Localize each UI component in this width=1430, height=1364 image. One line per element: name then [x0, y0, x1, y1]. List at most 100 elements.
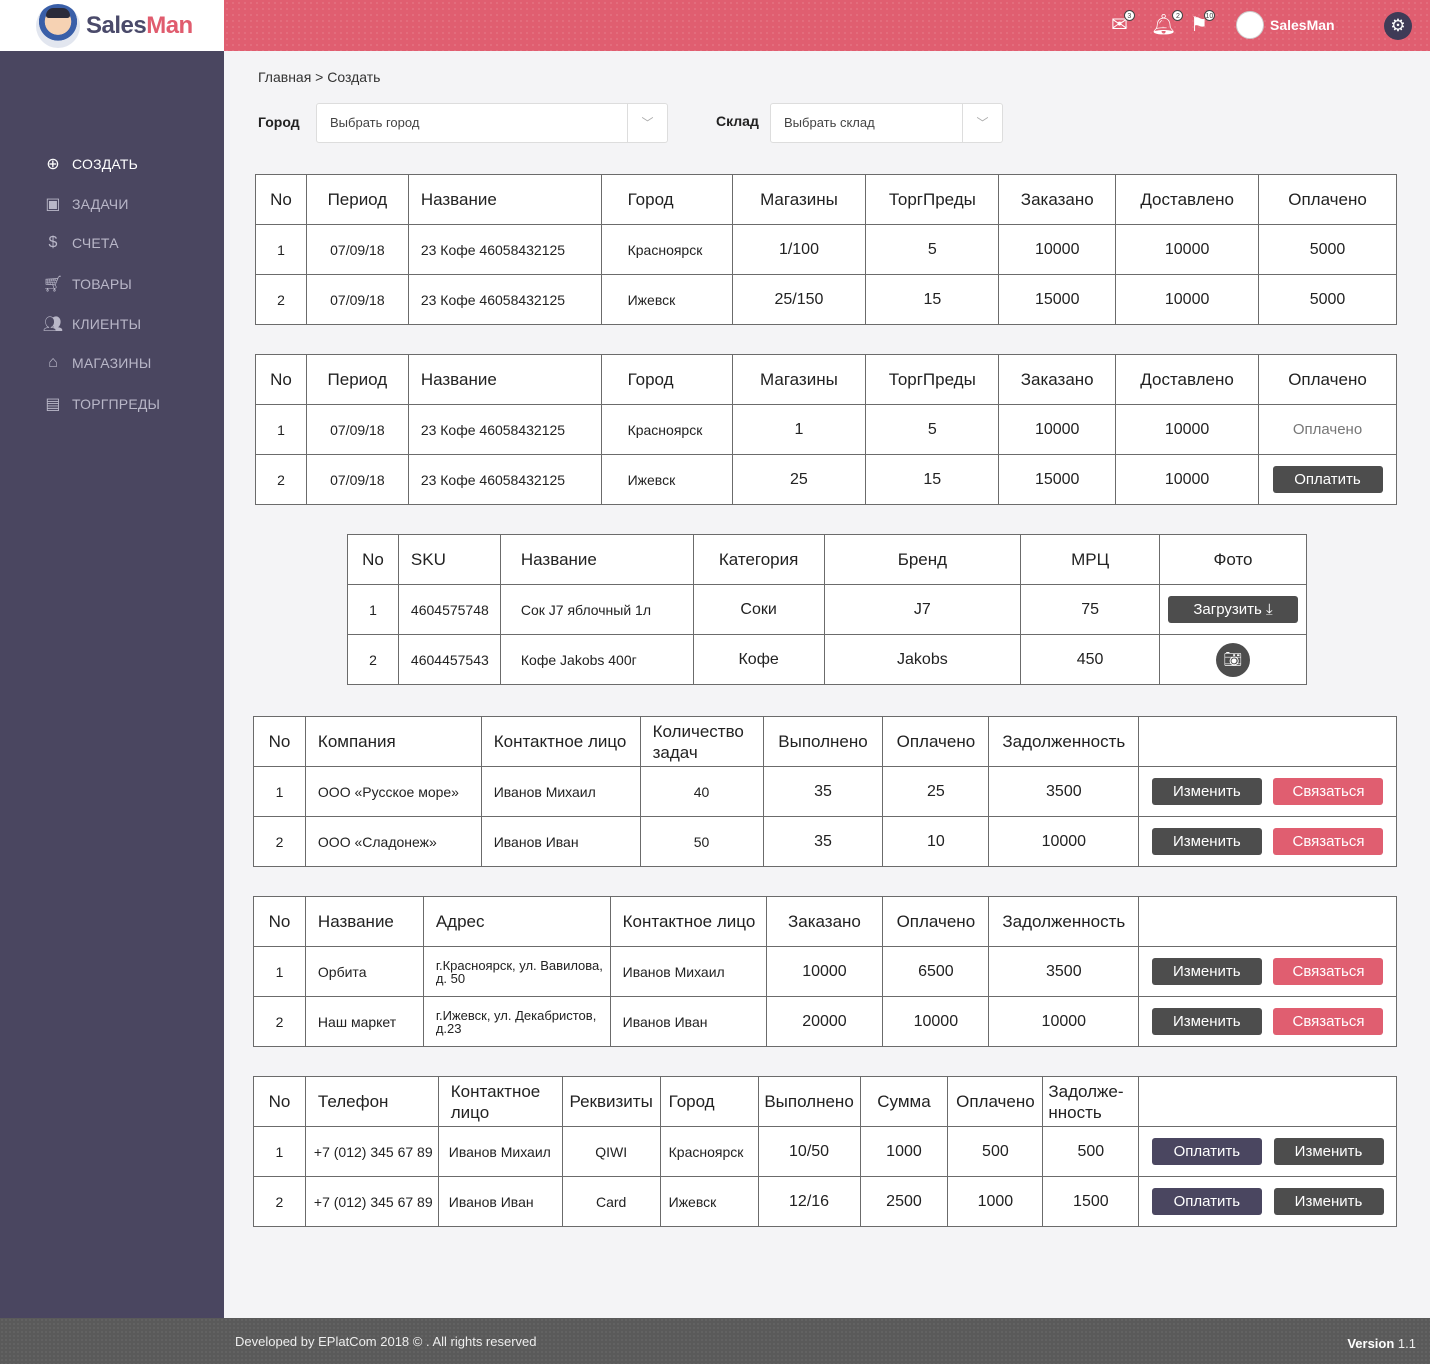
table-row[interactable]: 2 07/09/18 23 Кофе 46058432125 Ижевск 25…: [255, 454, 1397, 505]
cell-stores: 25: [731, 454, 867, 505]
flag-icon[interactable]: ⚑ 10: [1190, 10, 1215, 36]
cell-delivered: 10000: [1115, 404, 1260, 455]
cell-debt: 3500: [988, 946, 1140, 997]
cell-reps: 5: [865, 224, 1000, 275]
contact-button[interactable]: Связаться: [1273, 1008, 1384, 1035]
cell-reps: 5: [865, 404, 1000, 455]
edit-button[interactable]: Изменить: [1151, 1008, 1262, 1035]
sidebar-item-goods[interactable]: 🛒︎ ТОВАРЫ: [42, 274, 132, 294]
cell-no: 2: [255, 274, 307, 325]
cell-paid: Оплатить: [1258, 454, 1397, 505]
column-header: Доставлено: [1115, 354, 1260, 405]
upload-button[interactable]: Загрузить ⤓: [1167, 596, 1298, 623]
warehouse-select-placeholder: Выбрать склад: [784, 115, 875, 130]
bell-icon[interactable]: 🔔︎ 2: [1151, 10, 1184, 36]
table-row[interactable]: 1 07/09/18 23 Кофе 46058432125 Красноярс…: [255, 224, 1397, 275]
column-header: Контактное лицо: [437, 1076, 563, 1127]
username[interactable]: SalesMan: [1270, 17, 1335, 33]
column-header: No: [253, 1076, 306, 1127]
column-header: Адрес: [422, 896, 611, 947]
mail-icon[interactable]: ✉ 3: [1111, 10, 1135, 36]
table-row[interactable]: 1 ООО «Русское море» Иванов Михаил 40 35…: [253, 766, 1397, 817]
column-header: Город: [600, 354, 733, 405]
contact-button[interactable]: Связаться: [1273, 778, 1384, 805]
cell-done: 12/16: [757, 1176, 861, 1227]
cell-period: 07/09/18: [305, 224, 409, 275]
sidebar-item-invoices[interactable]: $ СЧЕТА: [42, 234, 119, 252]
contact-button[interactable]: Связаться: [1273, 828, 1384, 855]
column-header: Город: [600, 174, 733, 225]
cell-contact: Иванов Иван: [609, 996, 767, 1047]
edit-button[interactable]: Изменить: [1273, 1188, 1384, 1215]
city-select[interactable]: Выбрать город ﹀: [316, 103, 668, 143]
table-row[interactable]: 2 +7 (012) 345 67 89 Иванов Иван Card Иж…: [253, 1176, 1397, 1227]
table-row[interactable]: 2 07/09/18 23 Кофе 46058432125 Ижевск 25…: [255, 274, 1397, 325]
column-header: Период: [305, 354, 409, 405]
sidebar-item-create[interactable]: ⊕ СОЗДАТЬ: [42, 154, 138, 174]
logo[interactable]: SalesMan: [0, 0, 224, 51]
sidebar-item-clients[interactable]: 👥︎ КЛИЕНТЫ: [42, 314, 141, 334]
contact-button[interactable]: Связаться: [1273, 958, 1384, 985]
sidebar-item-tasks[interactable]: ▣ ЗАДАЧИ: [42, 194, 129, 214]
cell-contact: Иванов Михаил: [437, 1126, 563, 1177]
camera-icon[interactable]: 📷︎: [1215, 642, 1250, 677]
cell-done: 35: [762, 816, 884, 867]
table-row[interactable]: 2 Наш маркет г.Ижевск, ул. Декабристов, …: [253, 996, 1397, 1047]
table-row[interactable]: 2 ООО «Сладонеж» Иванов Иван 50 35 10 10…: [253, 816, 1397, 867]
cell-debt: 10000: [988, 996, 1140, 1047]
column-header: Название: [499, 534, 694, 585]
table-header-row: No Компания Контактное лицо Количество з…: [253, 716, 1397, 767]
gear-icon[interactable]: ⚙: [1384, 12, 1412, 40]
sidebar-item-label: ЗАДАЧИ: [72, 196, 129, 212]
edit-button[interactable]: Изменить: [1151, 828, 1262, 855]
pay-button[interactable]: Оплатить: [1272, 466, 1383, 493]
cell-ordered: 20000: [765, 996, 884, 1047]
sidebar-item-reps[interactable]: ▤ ТОРГПРЕДЫ: [42, 394, 160, 414]
cell-category: Соки: [692, 584, 825, 635]
avatar[interactable]: [1236, 11, 1264, 39]
cell-city: Ижевск: [659, 1176, 759, 1227]
edit-button[interactable]: Изменить: [1151, 778, 1262, 805]
cell-name: Сок J7 яблочный 1л: [499, 584, 694, 635]
column-header: Заказано: [998, 354, 1117, 405]
cell-ordered: 10000: [998, 224, 1117, 275]
column-header: Название: [407, 174, 602, 225]
column-header: Выполнено: [762, 716, 884, 767]
dollar-icon: $: [48, 234, 58, 251]
edit-button[interactable]: Изменить: [1151, 958, 1262, 985]
create-icon: ⊕: [46, 156, 60, 173]
upload-button-label: Загрузить: [1193, 601, 1262, 618]
cell-no: 1: [347, 584, 399, 635]
column-header: Оплачено: [882, 896, 990, 947]
table-header-row: No SKU Название Категория Бренд МРЦ Фото: [347, 534, 1308, 585]
cell-done: 35: [762, 766, 884, 817]
pay-button[interactable]: Оплатить: [1151, 1188, 1262, 1215]
sidebar-item-label: ТОРГПРЕДЫ: [72, 396, 161, 412]
table-row[interactable]: 1 Орбита г.Красноярск, ул. Вавилова, д. …: [253, 946, 1397, 997]
table-row[interactable]: 1 07/09/18 23 Кофе 46058432125 Красноярс…: [255, 404, 1397, 455]
cell-price: 450: [1020, 634, 1160, 685]
sidebar: ⊕ СОЗДАТЬ ▣ ЗАДАЧИ $ СЧЕТА 🛒︎ ТОВАРЫ 👥︎ КЛИЕН…: [0, 51, 224, 1318]
table-row[interactable]: 2 4604457543 Кофе Jakobs 400г Кофе Jakob…: [347, 634, 1308, 685]
table-row[interactable]: 1 4604575748 Сок J7 яблочный 1л Соки J7 …: [347, 584, 1308, 635]
edit-button[interactable]: Изменить: [1273, 1138, 1384, 1165]
column-header: No: [253, 896, 306, 947]
cell-company: ООО «Сладонеж»: [304, 816, 482, 867]
column-header: Оплачено: [882, 716, 990, 767]
column-header: ТоргПреды: [865, 174, 1000, 225]
sidebar-item-stores[interactable]: ⌂ МАГАЗИНЫ: [42, 354, 151, 372]
payments-table: No Период Название Город Магазины ТоргПр…: [255, 354, 1397, 505]
brand-name: SalesMan: [86, 11, 193, 39]
table-row[interactable]: 1 +7 (012) 345 67 89 Иванов Михаил QIWI …: [253, 1126, 1397, 1177]
cell-ordered: 10000: [998, 404, 1117, 455]
city-label: Город: [258, 114, 300, 130]
pay-button[interactable]: Оплатить: [1151, 1138, 1262, 1165]
cell-period: 07/09/18: [305, 274, 409, 325]
store-icon: ⌂: [48, 354, 58, 371]
warehouse-select[interactable]: Выбрать склад ﹀: [770, 103, 1003, 143]
mascot-icon: [36, 3, 80, 48]
cell-category: Кофе: [692, 634, 825, 685]
cell-done: 10/50: [757, 1126, 861, 1177]
cell-no: 2: [255, 454, 307, 505]
column-header: Заказано: [765, 896, 884, 947]
